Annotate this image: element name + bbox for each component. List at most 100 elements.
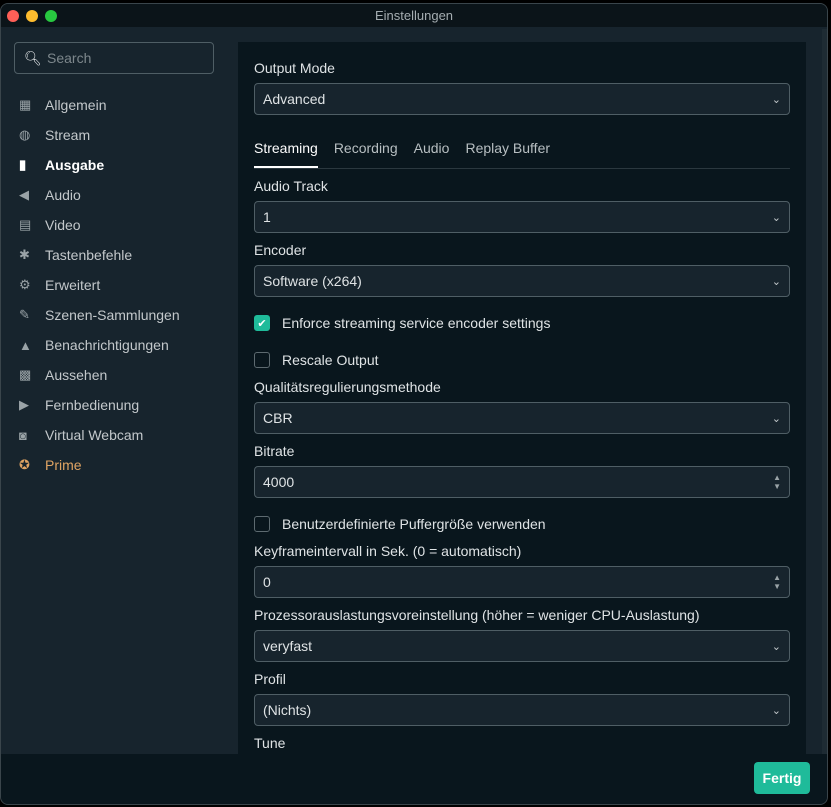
film-icon: ▤ — [19, 217, 32, 232]
rate-control-select[interactable]: CBR ⌄ — [254, 402, 790, 434]
custom-buffer-checkbox[interactable]: Benutzerdefinierte Puffergröße verwenden — [254, 514, 790, 534]
sidebar-item-ausgabe[interactable]: ▮ Ausgabe — [19, 150, 180, 180]
chevron-down-icon: ⌄ — [771, 704, 781, 717]
settings-nav: ▦ Allgemein ◍ Stream ▮ Ausgabe ◀ Audio ▤ Video ✱ Ta… — [19, 90, 180, 480]
bell-icon: ▲ — [19, 337, 32, 353]
minimize-window-button[interactable] — [26, 10, 38, 22]
content-scrollbar[interactable] — [822, 29, 827, 757]
rescale-output-checkbox[interactable]: Rescale Output — [254, 350, 790, 370]
stepper-arrows-icon[interactable]: ▲ ▼ — [773, 473, 781, 491]
encoder-value: Software (x264) — [263, 273, 362, 289]
audio-track-select[interactable]: 1 ⌄ — [254, 201, 790, 233]
chevron-down-icon: ⌄ — [771, 93, 781, 106]
close-window-button[interactable] — [7, 10, 19, 22]
keyframe-label: Keyframeintervall in Sek. (0 = automatis… — [254, 543, 522, 559]
rate-control-value: CBR — [263, 410, 293, 426]
sidebar-item-allgemein[interactable]: ▦ Allgemein — [19, 90, 180, 120]
bitrate-input[interactable]: 4000 ▲ ▼ — [254, 466, 790, 498]
footer: Fertig — [1, 754, 827, 804]
preset-select[interactable]: veryfast ⌄ — [254, 630, 790, 662]
magic-wand-icon: ✎ — [19, 307, 30, 322]
encoder-select[interactable]: Software (x264) ⌄ — [254, 265, 790, 297]
encoder-label: Encoder — [254, 242, 307, 258]
stepper-arrows-icon[interactable]: ▲ ▼ — [773, 573, 781, 591]
sidebar-item-stream[interactable]: ◍ Stream — [19, 120, 180, 150]
profile-value: (Nichts) — [263, 702, 312, 718]
sidebar-item-label: Allgemein — [45, 97, 107, 113]
checkbox-empty-icon — [254, 516, 270, 532]
prime-badge-icon: ✪ — [19, 457, 30, 472]
settings-window: Einstellungen 🔍︎ Search ▦ Allgemein ◍ Strea… — [0, 3, 828, 805]
sidebar-item-prime[interactable]: ✪ Prime — [19, 450, 180, 480]
search-placeholder: Search — [47, 50, 92, 66]
camera-icon: ◙ — [19, 427, 27, 443]
output-mode-select[interactable]: Advanced ⌄ — [254, 83, 790, 115]
enforce-encoder-checkbox[interactable]: ✔ Enforce streaming service encoder setti… — [254, 313, 790, 333]
speaker-icon: ◀ — [19, 187, 29, 202]
sidebar-item-erweitert[interactable]: ⚙ Erweitert — [19, 270, 180, 300]
audio-track-value: 1 — [263, 209, 271, 225]
checkmark-icon: ✔ — [254, 315, 270, 331]
preset-value: veryfast — [263, 638, 313, 654]
window-title: Einstellungen — [374, 8, 454, 23]
sidebar-item-video[interactable]: ▤ Video — [19, 210, 180, 240]
bitrate-value: 4000 — [263, 474, 295, 490]
sidebar: 🔍︎ Search ▦ Allgemein ◍ Stream ▮ Ausgabe ◀ Audi… — [1, 28, 227, 752]
done-button[interactable]: Fertig — [754, 762, 810, 794]
sidebar-item-label: Aussehen — [45, 367, 108, 383]
tune-label: Tune — [254, 735, 286, 751]
tab-replay-buffer[interactable]: Replay Buffer — [465, 135, 550, 168]
tab-audio[interactable]: Audio — [414, 135, 450, 168]
maximize-window-button[interactable] — [45, 10, 57, 22]
sidebar-item-virtual-webcam[interactable]: ◙ Virtual Webcam — [19, 420, 180, 450]
chevron-down-icon: ⌄ — [771, 412, 781, 425]
keyframe-input[interactable]: 0 ▲ ▼ — [254, 566, 790, 598]
output-mode-label: Output Mode — [254, 60, 335, 76]
sidebar-item-fernbedienung[interactable]: ▶ Fernbedienung — [19, 390, 180, 420]
keyframe-value: 0 — [263, 574, 271, 590]
sidebar-item-label: Video — [45, 217, 81, 233]
sidebar-item-label: Fernbedienung — [45, 397, 140, 413]
globe-icon: ◍ — [19, 127, 31, 142]
gear-icon: ✱ — [19, 247, 30, 262]
search-input[interactable]: 🔍︎ Search — [14, 42, 214, 74]
sidebar-item-aussehen[interactable]: ▩ Aussehen — [19, 360, 180, 390]
grid-icon: ▦ — [19, 97, 32, 112]
preset-label: Prozessorauslastungsvoreinstellung (höhe… — [254, 607, 700, 623]
sidebar-item-label: Szenen-Sammlungen — [45, 307, 180, 323]
sidebar-item-audio[interactable]: ◀ Audio — [19, 180, 180, 210]
gears-icon: ⚙ — [19, 277, 31, 292]
audio-track-label: Audio Track — [254, 178, 328, 194]
enforce-encoder-label: Enforce streaming service encoder settin… — [282, 315, 551, 331]
tab-recording[interactable]: Recording — [334, 135, 398, 168]
rate-control-label: Qualitätsregulierungsmethode — [254, 379, 441, 395]
sidebar-item-benachrichtigungen[interactable]: ▲ Benachrichtigungen — [19, 330, 180, 360]
checkbox-empty-icon — [254, 352, 270, 368]
sidebar-item-label: Audio — [45, 187, 81, 203]
sidebar-item-label: Erweitert — [45, 277, 101, 293]
search-icon: 🔍︎ — [24, 50, 42, 66]
play-circle-icon: ▶ — [19, 397, 29, 412]
profile-select[interactable]: (Nichts) ⌄ — [254, 694, 790, 726]
sidebar-item-label: Tastenbefehle — [45, 247, 133, 263]
rescale-output-label: Rescale Output — [282, 352, 379, 368]
sidebar-item-tastenbefehle[interactable]: ✱ Tastenbefehle — [19, 240, 180, 270]
custom-buffer-label: Benutzerdefinierte Puffergröße verwenden — [282, 516, 546, 532]
tab-streaming[interactable]: Streaming — [254, 135, 318, 168]
sidebar-item-szenen-sammlungen[interactable]: ✎ Szenen-Sammlungen — [19, 300, 180, 330]
profile-label: Profil — [254, 671, 286, 687]
bitrate-label: Bitrate — [254, 443, 295, 459]
sidebar-item-label: Benachrichtigungen — [45, 337, 169, 353]
sidebar-item-label: Prime — [45, 457, 82, 473]
sidebar-item-label: Stream — [45, 127, 91, 143]
settings-content: Output Mode Advanced ⌄ Streaming Recordin… — [238, 42, 806, 756]
shapes-icon: ▩ — [19, 367, 32, 382]
sidebar-item-label: Virtual Webcam — [45, 427, 144, 443]
title-bar: Einstellungen — [1, 4, 827, 27]
output-tabs: Streaming Recording Audio Replay Buffer — [254, 135, 790, 169]
chevron-down-icon: ⌄ — [771, 275, 781, 288]
chip-icon: ▮ — [19, 157, 27, 172]
chevron-down-icon: ⌄ — [771, 640, 781, 653]
chevron-down-icon: ⌄ — [771, 211, 781, 224]
sidebar-item-label: Ausgabe — [45, 157, 105, 173]
